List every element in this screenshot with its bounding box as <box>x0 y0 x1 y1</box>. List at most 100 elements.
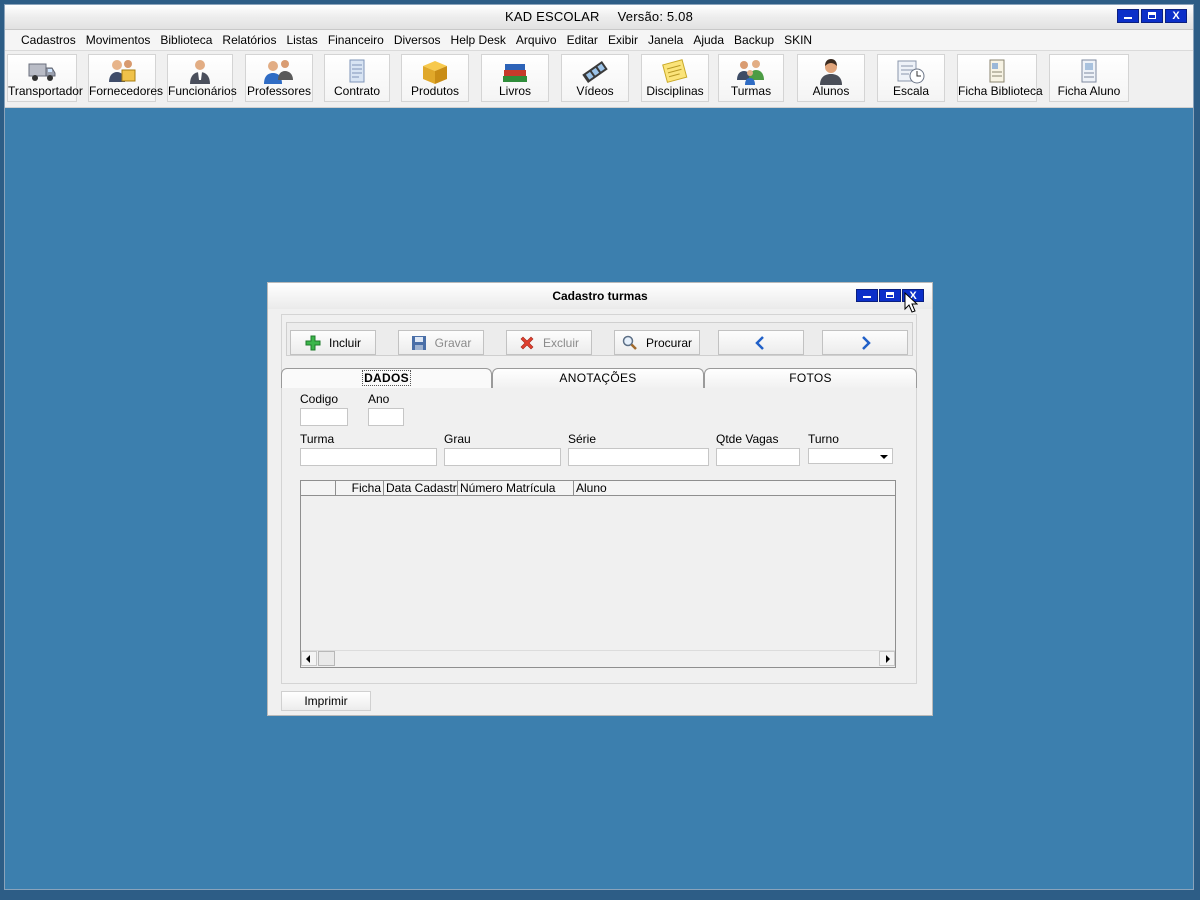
chevron-right-icon <box>862 335 871 350</box>
employee-icon <box>190 60 210 84</box>
tab-fotos-label: FOTOS <box>789 371 832 385</box>
maximize-icon <box>1148 12 1156 19</box>
app-title: KAD ESCOLAR Versão: 5.08 <box>5 9 1193 24</box>
toolbar-contrato-button[interactable]: Contrato <box>324 54 390 102</box>
codigo-input[interactable] <box>300 408 348 426</box>
maximize-button[interactable] <box>1141 9 1163 23</box>
excluir-label: Excluir <box>542 335 579 350</box>
qtde-vagas-label: Qtde Vagas <box>716 432 779 446</box>
dialog-title-bar: Cadastro turmas X <box>268 283 932 309</box>
qtde-vagas-input[interactable] <box>716 448 800 466</box>
alunos-grid[interactable]: Ficha Data Cadastro Número Matrícula Alu… <box>300 480 896 668</box>
app-name: KAD ESCOLAR <box>504 9 600 24</box>
app-version: Versão: 5.08 <box>617 9 694 24</box>
imprimir-button[interactable]: Imprimir <box>281 691 371 711</box>
serie-input[interactable] <box>568 448 709 466</box>
turno-select[interactable] <box>808 448 893 464</box>
toolbar-ficha-aluno-button[interactable]: Ficha Aluno <box>1049 54 1129 102</box>
grid-horizontal-scrollbar[interactable] <box>301 650 895 667</box>
toolbar-label: Funcionários <box>168 84 237 98</box>
dialog-minimize-button[interactable] <box>856 289 878 302</box>
delete-icon <box>520 336 534 349</box>
schedule-icon <box>897 60 925 84</box>
incluir-button[interactable]: Incluir <box>290 330 376 355</box>
grid-column-aluno[interactable]: Aluno <box>574 481 895 495</box>
toolbar-label: Contrato <box>333 84 381 98</box>
menu-listas[interactable]: Listas <box>281 33 322 47</box>
turma-input[interactable] <box>300 448 437 466</box>
grid-column-ficha[interactable]: Ficha <box>336 481 384 495</box>
books-icon <box>503 64 527 82</box>
contract-icon <box>349 59 365 83</box>
ano-label: Ano <box>368 392 390 406</box>
toolbar-produtos-button[interactable]: Produtos <box>401 54 469 102</box>
menu-editar[interactable]: Editar <box>562 33 603 47</box>
teachers-icon <box>264 60 293 84</box>
turma-label: Turma <box>300 432 335 446</box>
toolbar-label: Disciplinas <box>646 84 704 98</box>
menu-help-desk[interactable]: Help Desk <box>446 33 511 47</box>
scroll-right-button[interactable] <box>879 651 895 666</box>
title-bar: KAD ESCOLAR Versão: 5.08 X <box>5 5 1193 30</box>
menu-diversos[interactable]: Diversos <box>389 33 446 47</box>
tab-fotos[interactable]: FOTOS <box>704 368 917 388</box>
toolbar-label: Alunos <box>812 84 850 98</box>
toolbar-transportador-button[interactable]: Transportador <box>7 54 83 102</box>
toolbar-professores-button[interactable]: Professores <box>245 54 313 102</box>
scroll-left-button[interactable] <box>301 651 317 666</box>
menu-arquivo[interactable]: Arquivo <box>511 33 562 47</box>
maximize-icon <box>886 292 894 298</box>
cadastro-turmas-window: Cadastro turmas X Incluir Gravar Excluir… <box>267 282 933 716</box>
chevron-left-icon <box>755 335 764 350</box>
toolbar-livros-button[interactable]: Livros <box>481 54 549 102</box>
incluir-label: Incluir <box>328 335 361 350</box>
tab-dados[interactable]: DADOS <box>281 368 492 388</box>
student-card-icon <box>1081 59 1097 83</box>
menu-ajuda[interactable]: Ajuda <box>688 33 729 47</box>
procurar-label: Procurar <box>645 335 692 350</box>
menu-backup[interactable]: Backup <box>729 33 779 47</box>
close-button[interactable]: X <box>1165 9 1187 23</box>
menu-movimentos[interactable]: Movimentos <box>81 33 156 47</box>
grid-header: Ficha Data Cadastro Número Matrícula Alu… <box>301 481 895 496</box>
grid-column-data-cadastro[interactable]: Data Cadastro <box>384 481 458 495</box>
procurar-button[interactable]: Procurar <box>614 330 700 355</box>
toolbar-videos-button[interactable]: Vídeos <box>561 54 629 102</box>
next-record-button[interactable] <box>822 330 908 355</box>
toolbar-ficha-biblioteca-button[interactable]: Ficha Biblioteca <box>957 54 1043 102</box>
toolbar-label: Ficha Aluno <box>1057 84 1121 98</box>
menu-janela[interactable]: Janela <box>643 33 688 47</box>
minimize-icon <box>1124 17 1132 19</box>
toolbar-fornecedores-button[interactable]: Fornecedores <box>88 54 163 102</box>
menu-financeiro[interactable]: Financeiro <box>323 33 389 47</box>
toolbar-disciplinas-button[interactable]: Disciplinas <box>641 54 709 102</box>
minimize-button[interactable] <box>1117 9 1139 23</box>
grau-label: Grau <box>444 432 471 446</box>
menu-biblioteca[interactable]: Biblioteca <box>155 33 217 47</box>
excluir-button[interactable]: Excluir <box>506 330 592 355</box>
grid-column-indicator[interactable] <box>301 481 336 495</box>
previous-record-button[interactable] <box>718 330 804 355</box>
toolbar-escala-button[interactable]: Escala <box>877 54 945 102</box>
chevron-down-icon[interactable] <box>876 449 892 465</box>
toolbar-label: Professores <box>246 84 312 98</box>
toolbar-funcionarios-button[interactable]: Funcionários <box>167 54 237 102</box>
gravar-button[interactable]: Gravar <box>398 330 484 355</box>
grid-column-numero-matricula[interactable]: Número Matrícula <box>458 481 574 495</box>
truck-icon <box>28 63 56 81</box>
dialog-maximize-button[interactable] <box>879 289 901 302</box>
toolbar-label: Produtos <box>410 84 460 98</box>
ano-input[interactable] <box>368 408 404 426</box>
save-icon <box>411 335 426 350</box>
menu-relatorios[interactable]: Relatórios <box>217 33 281 47</box>
scroll-thumb[interactable] <box>318 651 335 666</box>
menu-cadastros[interactable]: Cadastros <box>16 33 81 47</box>
grau-input[interactable] <box>444 448 561 466</box>
library-card-icon <box>989 59 1005 83</box>
toolbar-turmas-button[interactable]: Turmas <box>718 54 784 102</box>
turno-label: Turno <box>808 432 839 446</box>
menu-exibir[interactable]: Exibir <box>603 33 643 47</box>
menu-skin[interactable]: SKIN <box>779 33 817 47</box>
tab-anotacoes[interactable]: ANOTAÇÕES <box>492 368 704 388</box>
toolbar-alunos-button[interactable]: Alunos <box>797 54 865 102</box>
